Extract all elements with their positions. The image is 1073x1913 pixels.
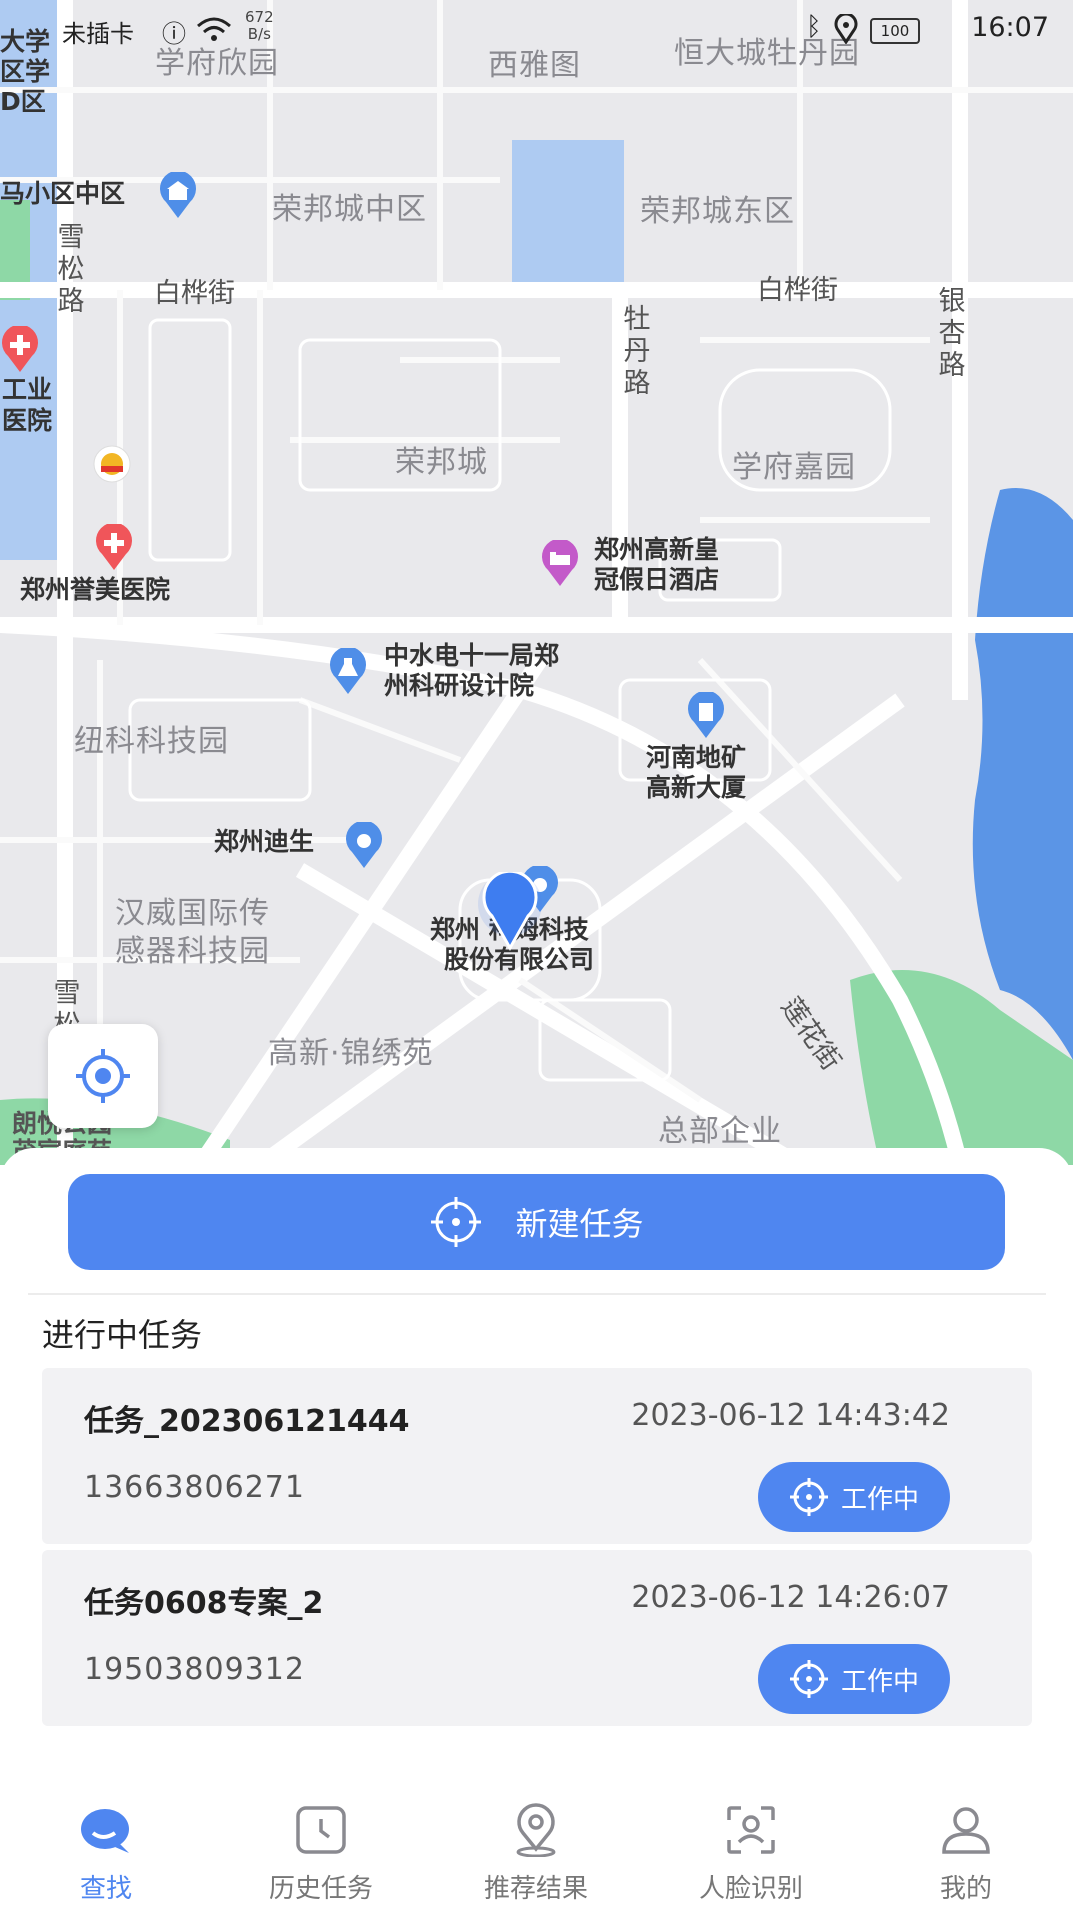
road-label: 银杏路 — [938, 286, 966, 381]
poi-label: 区学 — [0, 57, 51, 86]
crosshair-icon — [789, 1659, 829, 1699]
nav-item-recommend[interactable]: 推荐结果 — [436, 1800, 636, 1905]
map-view[interactable]: 学府欣园 西雅图 恒大城牡丹园 荣邦城中区 荣邦城东区 荣邦城 学府嘉园 纽科科… — [0, 0, 1073, 1165]
nav-item-search[interactable]: 查找 — [6, 1800, 206, 1905]
task-phone: 19503809312 — [84, 1652, 305, 1687]
task-status-button[interactable]: 工作中 — [758, 1462, 950, 1532]
poi-label: 郑州誉美医院 — [20, 575, 171, 604]
locate-me-button[interactable] — [48, 1024, 158, 1128]
clock-icon — [221, 1800, 421, 1860]
wifi-icon — [197, 17, 231, 41]
road-label: 白桦街 — [757, 275, 838, 306]
poi-label: 工业 — [2, 375, 53, 404]
nav-label: 历史任务 — [268, 1874, 373, 1904]
nav-item-face[interactable]: 人脸识别 — [651, 1800, 851, 1905]
task-status-button[interactable]: 工作中 — [758, 1644, 950, 1714]
task-phone: 13663806271 — [84, 1470, 305, 1505]
location-status-icon — [834, 14, 858, 44]
building-pin-icon[interactable] — [686, 692, 726, 740]
nav-item-me[interactable]: 我的 — [866, 1800, 1066, 1905]
task-time: 2023-06-12 14:26:07 — [631, 1580, 950, 1615]
area-label: 纽科科技园 — [74, 724, 229, 759]
task-status-label: 工作中 — [840, 1484, 919, 1515]
new-task-label: 新建任务 — [515, 1205, 644, 1243]
task-card[interactable]: 任务_202306121444 2023-06-12 14:43:42 1366… — [42, 1368, 1032, 1544]
divider — [28, 1293, 1046, 1295]
research-pin-icon[interactable] — [328, 648, 368, 696]
task-time: 2023-06-12 14:43:42 — [631, 1398, 950, 1433]
hospital-pin-icon[interactable] — [0, 326, 40, 374]
current-location-marker-icon — [478, 872, 542, 952]
poi-label: 冠假日酒店 — [594, 565, 720, 594]
area-label: 总部企业 — [658, 1114, 782, 1149]
task-status-label: 工作中 — [840, 1666, 919, 1697]
poi-label: 高新大厦 — [646, 773, 747, 802]
sim-alert-icon: ⓘ — [162, 20, 186, 48]
user-icon — [866, 1800, 1066, 1860]
poi-label: D区 — [0, 87, 46, 116]
hotel-pin-icon[interactable] — [540, 540, 580, 588]
area-label: 荣邦城 — [395, 445, 488, 480]
nav-item-history[interactable]: 历史任务 — [221, 1800, 421, 1905]
area-label: 学府嘉园 — [732, 450, 856, 485]
poi-label: 郑州高新皇 — [594, 535, 720, 564]
net-speed-value: 672 — [245, 8, 274, 26]
road-label: 雪松路 — [57, 222, 85, 317]
section-title: 进行中任务 — [42, 1316, 203, 1354]
crosshair-icon — [429, 1195, 483, 1249]
carrier-text: 未插卡 — [62, 20, 134, 48]
hospital-pin-icon[interactable] — [94, 524, 134, 572]
area-label: 荣邦城中区 — [272, 192, 427, 227]
location-pin-icon — [436, 1800, 636, 1860]
bottom-nav: 查找 历史任务 推荐结果 人脸识别 我的 — [0, 1800, 1073, 1913]
poi-label: 中水电十一局郑 — [384, 641, 560, 670]
poi-label: 郑州迪生 — [214, 827, 315, 856]
pond-water — [512, 140, 624, 290]
bluetooth-icon: ᛒ — [806, 12, 822, 42]
nav-label: 我的 — [939, 1874, 992, 1904]
location-pin-icon[interactable] — [344, 822, 384, 870]
poi-label: 河南地矿 — [646, 743, 747, 772]
road-label: 白桦街 — [154, 278, 235, 309]
status-bar: 未插卡 ⓘ 672 B/s ᛒ 100 16:07 — [0, 0, 1073, 60]
clock-time: 16:07 — [971, 12, 1049, 43]
nav-label: 人脸识别 — [698, 1874, 803, 1904]
poi-label: 马小区中区 — [0, 179, 126, 208]
face-scan-icon — [651, 1800, 851, 1860]
road-label: 牡丹路 — [623, 304, 651, 399]
lake-water — [972, 488, 1073, 1060]
search-chat-icon — [6, 1800, 206, 1860]
residence-pin-icon[interactable] — [158, 172, 198, 220]
crosshair-icon — [789, 1477, 829, 1517]
nav-label: 推荐结果 — [483, 1874, 588, 1904]
net-speed: 672 B/s — [245, 9, 274, 43]
area-label: 汉威国际传 — [115, 896, 270, 931]
poi-label: 州科研设计院 — [384, 671, 535, 700]
new-task-button[interactable]: 新建任务 — [68, 1174, 1005, 1270]
task-name: 任务_202306121444 — [84, 1404, 410, 1439]
nav-label: 查找 — [79, 1874, 132, 1904]
battery-icon: 100 — [870, 18, 920, 44]
poi-label: 医院 — [2, 406, 53, 435]
gas-station-pin-icon[interactable] — [92, 444, 132, 492]
net-speed-unit: B/s — [247, 25, 271, 43]
task-name: 任务0608专案_2 — [84, 1586, 324, 1621]
task-card[interactable]: 任务0608专案_2 2023-06-12 14:26:07 195038093… — [42, 1550, 1032, 1726]
area-label: 荣邦城东区 — [640, 194, 795, 229]
area-label: 感器科技园 — [115, 934, 270, 969]
area-label: 高新·锦绣苑 — [268, 1036, 434, 1071]
crosshair-icon — [76, 1049, 130, 1103]
